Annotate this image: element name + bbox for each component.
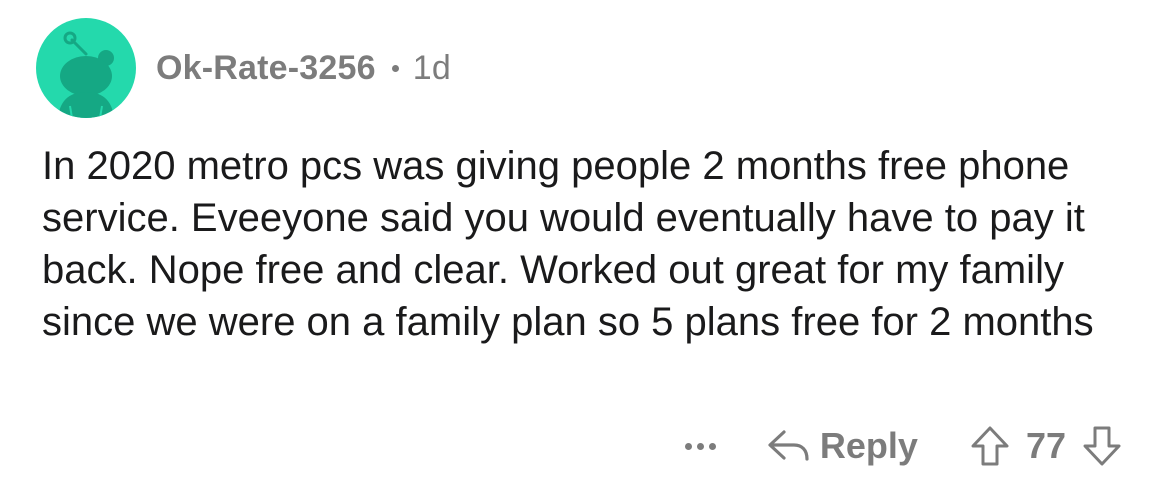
more-dot: [684, 442, 692, 450]
reply-label: Reply: [819, 425, 918, 466]
comment-body: In 2020 metro pcs was giving people 2 mo…: [42, 144, 1094, 344]
separator-dot: [391, 64, 399, 72]
more-dot: [696, 442, 704, 450]
comment-meta: Ok-Rate-3256 1d: [156, 49, 451, 88]
comment-age: 1d: [412, 48, 451, 87]
reply-button[interactable]: Reply: [766, 425, 918, 467]
upvote-arrow-icon: [971, 426, 1009, 466]
snoo-avatar-icon: [58, 31, 114, 118]
reply-arrow-icon: [768, 430, 809, 461]
more-dot: [708, 442, 716, 450]
avatar[interactable]: [36, 18, 136, 118]
vote-controls: 77: [970, 425, 1122, 467]
username-link[interactable]: Ok-Rate-3256: [156, 49, 376, 88]
comment: Ok-Rate-3256 1d In 2020 metro pcs was gi…: [0, 0, 1170, 477]
more-options-icon[interactable]: [684, 442, 716, 450]
downvote-button[interactable]: [1082, 425, 1122, 467]
upvote-button[interactable]: [970, 425, 1010, 467]
comment-actions: Reply 77: [684, 418, 1122, 474]
vote-score: 77: [1025, 425, 1066, 466]
comment-header: Ok-Rate-3256 1d: [36, 18, 451, 118]
downvote-arrow-icon: [1083, 426, 1121, 466]
